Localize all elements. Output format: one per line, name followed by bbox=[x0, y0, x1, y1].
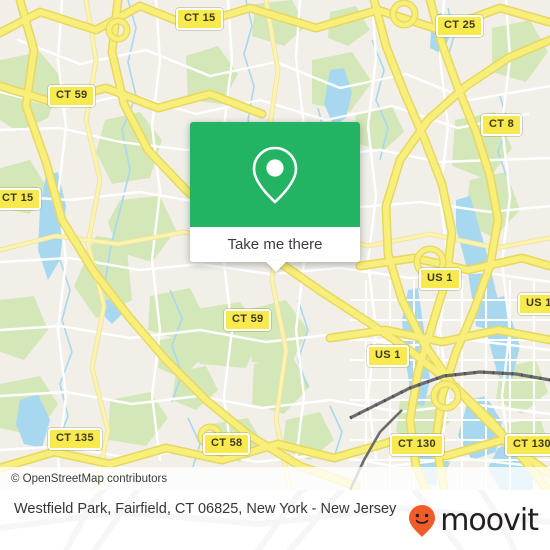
road-shield: CT 135 bbox=[48, 428, 102, 450]
road-shield: CT 58 bbox=[203, 433, 251, 455]
footer-row: Westfield Park, Fairfield, CT 06825, New… bbox=[0, 490, 550, 550]
road-shield: CT 25 bbox=[436, 15, 484, 37]
callout-header bbox=[190, 122, 360, 227]
moovit-brand[interactable]: moovit bbox=[407, 503, 539, 538]
road-shield: CT 130 bbox=[505, 434, 550, 456]
road-shield: CT 130 bbox=[390, 434, 444, 456]
location-callout[interactable]: Take me there bbox=[190, 122, 360, 262]
callout-body: Take me there bbox=[190, 122, 360, 262]
map-attribution-bar: © OpenStreetMap contributors bbox=[0, 467, 550, 490]
moovit-wordmark: moovit bbox=[440, 503, 539, 538]
map-pin-icon bbox=[252, 146, 298, 203]
take-me-there-label: Take me there bbox=[227, 236, 323, 253]
road-shield: US 1 bbox=[419, 268, 461, 290]
osm-attribution-text[interactable]: © OpenStreetMap contributors bbox=[0, 473, 167, 485]
place-caption: Westfield Park, Fairfield, CT 06825, New… bbox=[14, 501, 397, 517]
road-shield: CT 59 bbox=[48, 85, 96, 107]
moovit-smiley-pin-icon bbox=[409, 505, 436, 537]
callout-pointer bbox=[265, 261, 287, 272]
road-shield: CT 15 bbox=[176, 8, 224, 30]
callout-action[interactable]: Take me there bbox=[190, 227, 360, 262]
footer-caption-bar: Westfield Park, Fairfield, CT 06825, New… bbox=[0, 490, 550, 550]
map-canvas[interactable]: CT 15 CT 25 CT 59 CT 8 CT 15 US 1 US 1 CT 59 US … bbox=[0, 0, 550, 490]
road-shield: CT 15 bbox=[0, 188, 42, 210]
road-shield: US 1 bbox=[518, 293, 550, 315]
road-shield: US 1 bbox=[367, 345, 409, 367]
road-shield: CT 8 bbox=[481, 114, 523, 136]
screenshot-root: CT 15 CT 25 CT 59 CT 8 CT 15 US 1 US 1 CT 59 US … bbox=[0, 0, 550, 550]
road-shield: CT 59 bbox=[224, 309, 272, 331]
